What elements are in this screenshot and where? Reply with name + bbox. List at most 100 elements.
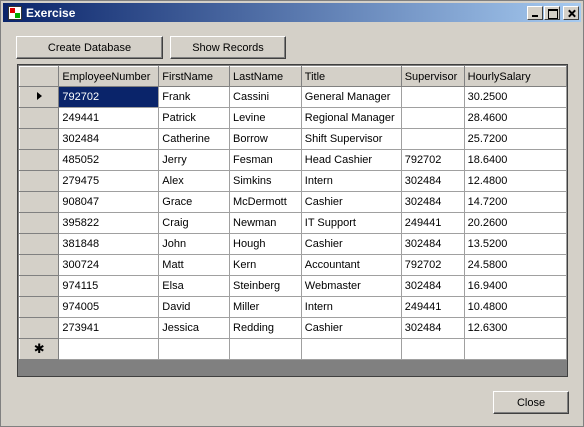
- cell-supervisor[interactable]: [401, 128, 465, 150]
- create-database-button[interactable]: Create Database: [16, 36, 163, 59]
- cell-last-name[interactable]: Hough: [229, 233, 302, 255]
- cell-first-name[interactable]: Matt: [158, 254, 231, 276]
- close-button[interactable]: Close: [493, 391, 569, 414]
- cell-supervisor[interactable]: 249441: [401, 296, 465, 318]
- app-icon[interactable]: [8, 5, 22, 20]
- cell-first-name[interactable]: David: [158, 296, 231, 318]
- cell-employee-number[interactable]: 300724: [58, 254, 160, 276]
- cell-hourly-salary[interactable]: 28.4600: [464, 107, 567, 129]
- cell-supervisor[interactable]: 302484: [401, 170, 465, 192]
- cell-hourly-salary[interactable]: 14.7200: [464, 191, 567, 213]
- show-records-button[interactable]: Show Records: [170, 36, 286, 59]
- minimize-icon[interactable]: [527, 5, 543, 20]
- row-header[interactable]: [18, 317, 60, 339]
- row-header[interactable]: [18, 149, 60, 171]
- cell-employee-number[interactable]: 279475: [58, 170, 160, 192]
- cell-last-name[interactable]: Redding: [229, 317, 302, 339]
- new-row-cell[interactable]: [401, 338, 465, 360]
- cell-supervisor[interactable]: 302484: [401, 317, 465, 339]
- cell-first-name[interactable]: Frank: [158, 86, 231, 108]
- cell-title[interactable]: Accountant: [301, 254, 402, 276]
- cell-supervisor[interactable]: [401, 107, 465, 129]
- cell-supervisor[interactable]: 302484: [401, 191, 465, 213]
- cell-employee-number[interactable]: 395822: [58, 212, 160, 234]
- cell-employee-number[interactable]: 485052: [58, 149, 160, 171]
- cell-last-name[interactable]: McDermott: [229, 191, 302, 213]
- cell-last-name[interactable]: Borrow: [229, 128, 302, 150]
- cell-hourly-salary[interactable]: 16.9400: [464, 275, 567, 297]
- column-header-employee-number[interactable]: EmployeeNumber: [58, 66, 160, 87]
- table-row[interactable]: 908047 Grace McDermott Cashier 302484 14.7200: [18, 191, 567, 213]
- cell-hourly-salary[interactable]: 12.4800: [464, 170, 567, 192]
- cell-title[interactable]: Webmaster: [301, 275, 402, 297]
- cell-employee-number[interactable]: 974005: [58, 296, 160, 318]
- cell-first-name[interactable]: John: [158, 233, 231, 255]
- column-header-hourly-salary[interactable]: HourlySalary: [463, 66, 567, 87]
- cell-title[interactable]: General Manager: [301, 86, 402, 108]
- row-header[interactable]: [18, 254, 60, 276]
- cell-first-name[interactable]: Patrick: [158, 107, 231, 129]
- row-header[interactable]: [18, 233, 60, 255]
- cell-title[interactable]: Head Cashier: [301, 149, 402, 171]
- cell-title[interactable]: Cashier: [301, 317, 402, 339]
- maximize-icon[interactable]: [544, 5, 560, 20]
- table-row[interactable]: 395822 Craig Newman IT Support 249441 20.2600: [18, 212, 567, 234]
- cell-title[interactable]: Regional Manager: [301, 107, 402, 129]
- cell-supervisor[interactable]: 792702: [401, 149, 465, 171]
- cell-title[interactable]: Cashier: [301, 191, 402, 213]
- new-row-header[interactable]: ✱: [18, 338, 60, 360]
- cell-first-name[interactable]: Craig: [158, 212, 231, 234]
- cell-last-name[interactable]: Fesman: [229, 149, 302, 171]
- corner-header[interactable]: [18, 66, 60, 87]
- cell-hourly-salary[interactable]: 18.6400: [464, 149, 567, 171]
- cell-employee-number[interactable]: 302484: [58, 128, 160, 150]
- cell-supervisor[interactable]: 792702: [401, 254, 465, 276]
- row-header[interactable]: [18, 212, 60, 234]
- table-row[interactable]: 974115 Elsa Steinberg Webmaster 302484 16.940…: [18, 275, 567, 297]
- cell-last-name[interactable]: Miller: [229, 296, 302, 318]
- table-row[interactable]: 485052 Jerry Fesman Head Cashier 792702 18.64…: [18, 149, 567, 171]
- cell-title[interactable]: Intern: [301, 170, 402, 192]
- new-row-cell[interactable]: [229, 338, 302, 360]
- cell-supervisor[interactable]: 302484: [401, 275, 465, 297]
- cell-hourly-salary[interactable]: 13.5200: [464, 233, 567, 255]
- table-row[interactable]: 273941 Jessica Redding Cashier 302484 12.6300: [18, 317, 567, 339]
- new-row-cell[interactable]: [58, 338, 160, 360]
- row-header[interactable]: [18, 275, 60, 297]
- new-row-cell[interactable]: [301, 338, 402, 360]
- cell-hourly-salary[interactable]: 25.7200: [464, 128, 567, 150]
- cell-first-name[interactable]: Grace: [158, 191, 231, 213]
- column-header-supervisor[interactable]: Supervisor: [400, 66, 465, 87]
- cell-first-name[interactable]: Jessica: [158, 317, 231, 339]
- row-header[interactable]: [18, 191, 60, 213]
- new-row-cell[interactable]: [464, 338, 567, 360]
- cell-last-name[interactable]: Levine: [229, 107, 302, 129]
- table-row[interactable]: 300724 Matt Kern Accountant 792702 24.5800: [18, 254, 567, 276]
- cell-first-name[interactable]: Catherine: [158, 128, 231, 150]
- cell-title[interactable]: Intern: [301, 296, 402, 318]
- cell-hourly-salary[interactable]: 24.5800: [464, 254, 567, 276]
- cell-employee-number[interactable]: 974115: [58, 275, 160, 297]
- cell-last-name[interactable]: Simkins: [229, 170, 302, 192]
- cell-last-name[interactable]: Newman: [229, 212, 302, 234]
- row-header[interactable]: [18, 86, 60, 108]
- cell-employee-number[interactable]: 908047: [58, 191, 160, 213]
- cell-first-name[interactable]: Elsa: [158, 275, 231, 297]
- cell-hourly-salary[interactable]: 10.4800: [464, 296, 567, 318]
- cell-supervisor[interactable]: 249441: [401, 212, 465, 234]
- table-row[interactable]: 302484 Catherine Borrow Shift Supervisor 25.…: [18, 128, 567, 150]
- cell-title[interactable]: Cashier: [301, 233, 402, 255]
- cell-hourly-salary[interactable]: 30.2500: [464, 86, 567, 108]
- close-icon[interactable]: [563, 5, 579, 20]
- cell-title[interactable]: Shift Supervisor: [301, 128, 402, 150]
- column-header-first-name[interactable]: FirstName: [158, 66, 231, 87]
- cell-title[interactable]: IT Support: [301, 212, 402, 234]
- new-row-cell[interactable]: [158, 338, 231, 360]
- column-header-title[interactable]: Title: [300, 66, 402, 87]
- table-row[interactable]: 279475 Alex Simkins Intern 302484 12.4800: [18, 170, 567, 192]
- cell-employee-number[interactable]: 381848: [58, 233, 160, 255]
- table-row[interactable]: 974005 David Miller Intern 249441 10.4800: [18, 296, 567, 318]
- cell-last-name[interactable]: Kern: [229, 254, 302, 276]
- row-header[interactable]: [18, 296, 60, 318]
- row-header[interactable]: [18, 128, 60, 150]
